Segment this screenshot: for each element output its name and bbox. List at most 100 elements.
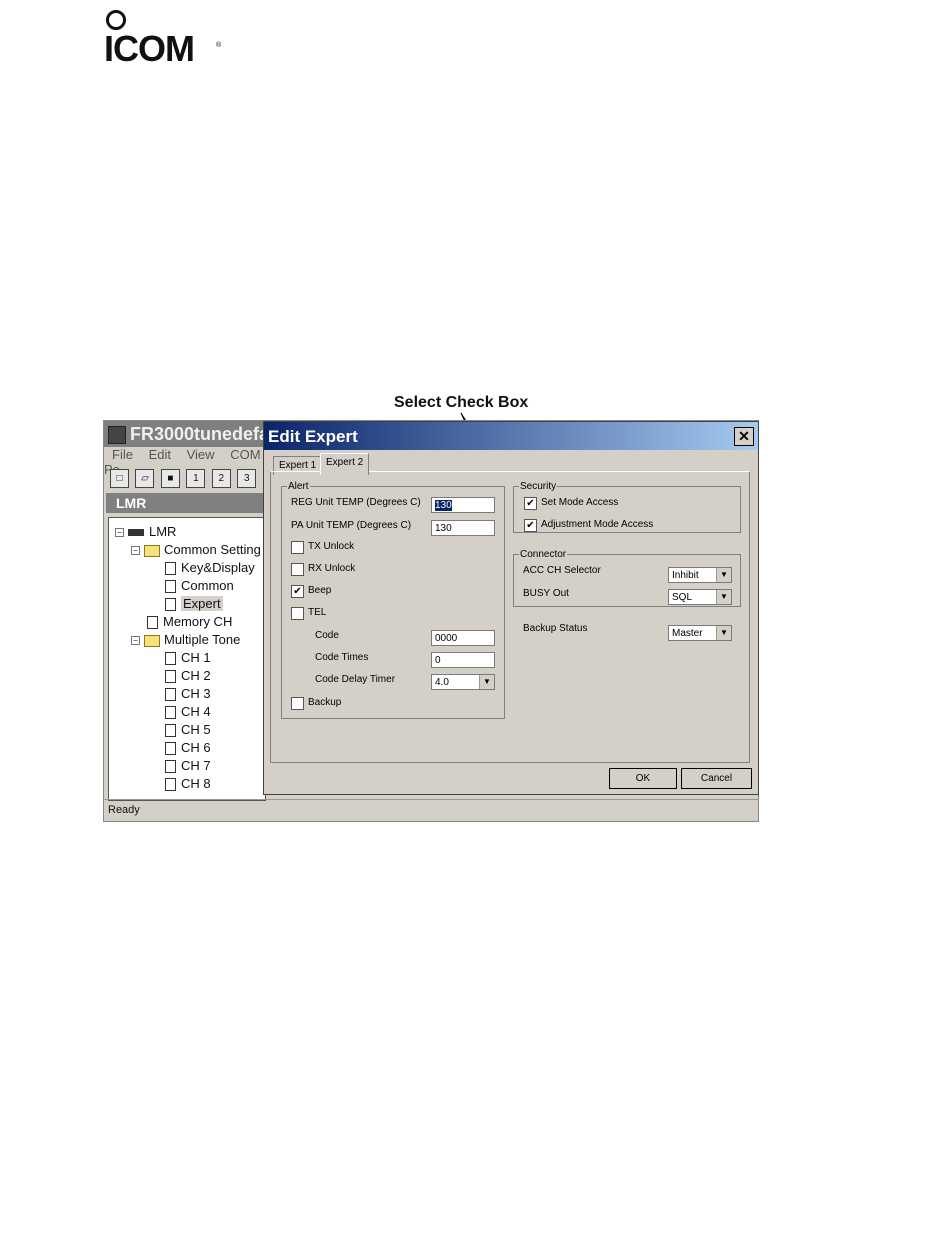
read-radio-1-icon[interactable]: 1 (186, 469, 206, 488)
document-icon (165, 760, 176, 774)
tree-item-common[interactable]: Common (165, 578, 234, 594)
tree-item-channel[interactable]: CH 2 (165, 668, 211, 684)
code-delay-select[interactable]: 4.0 ▼ (431, 674, 495, 690)
cancel-button[interactable]: Cancel (681, 768, 752, 789)
document-icon (165, 580, 176, 594)
reg-temp-label: REG Unit TEMP (Degrees C) (291, 497, 421, 508)
app-radio-icon (108, 426, 126, 444)
busy-out-value: SQL (672, 592, 693, 603)
menu-file[interactable]: File (112, 447, 133, 462)
save-icon[interactable]: ■ (160, 469, 180, 488)
chevron-down-icon[interactable]: ▼ (716, 568, 731, 582)
tx-unlock-checkbox[interactable] (291, 541, 304, 554)
backup-status-select[interactable]: Master ▼ (668, 625, 732, 641)
chevron-down-icon[interactable]: ▼ (716, 590, 731, 604)
icom-logo: ICOM ® (100, 8, 230, 70)
backup-checkbox[interactable] (291, 697, 304, 710)
dialog-title-bar[interactable]: Edit Expert (264, 422, 758, 450)
new-file-icon[interactable]: □ (110, 469, 129, 488)
acc-ch-selector-label: ACC CH Selector (523, 565, 601, 576)
code-input[interactable]: 0000 (431, 630, 495, 646)
document-icon (165, 742, 176, 756)
tree-label: CH 4 (181, 704, 211, 719)
tx-unlock-label: TX Unlock (308, 541, 355, 552)
tree-item-lmr[interactable]: − LMR (115, 524, 176, 539)
tree-label: Memory CH (163, 614, 233, 629)
set-mode-access-checkbox[interactable]: ✔ (524, 497, 537, 510)
tree-label: Key&Display (181, 560, 255, 575)
collapse-icon[interactable]: − (131, 546, 140, 556)
menu-edit[interactable]: Edit (149, 447, 171, 462)
read-radio-2-icon[interactable]: 2 (211, 469, 231, 488)
tree-item-channel[interactable]: CH 5 (165, 722, 211, 738)
tree-item-channel[interactable]: CH 6 (165, 740, 211, 756)
pa-temp-label: PA Unit TEMP (Degrees C) (291, 520, 412, 531)
document-icon (165, 706, 176, 720)
tree-item-expert[interactable]: Expert (165, 596, 223, 612)
tree-label: CH 6 (181, 740, 211, 755)
backup-status-label: Backup Status (523, 623, 588, 634)
tree-item-key-display[interactable]: Key&Display (165, 560, 255, 576)
beep-checkbox[interactable]: ✔ (291, 585, 304, 598)
adjustment-mode-access-checkbox[interactable]: ✔ (524, 519, 537, 532)
tree-label: Common Setting (164, 542, 261, 557)
tree-label: Expert (181, 596, 223, 611)
tree-item-channel[interactable]: CH 3 (165, 686, 211, 702)
collapse-icon[interactable]: − (131, 636, 140, 646)
chevron-down-icon[interactable]: ▼ (716, 626, 731, 640)
status-bar: Ready (104, 799, 758, 821)
reg-temp-value: 130 (435, 500, 452, 511)
radio-icon (128, 529, 144, 537)
status-text: Ready (108, 804, 140, 816)
tree-item-multiple-tone[interactable]: − Multiple Tone (131, 632, 240, 647)
busy-out-select[interactable]: SQL ▼ (668, 589, 732, 605)
logo-ring-icon (106, 10, 126, 30)
code-times-label: Code Times (315, 652, 369, 663)
tree-item-channel[interactable]: CH 7 (165, 758, 211, 774)
logo-text: ICOM (104, 28, 195, 69)
security-legend: Security (520, 481, 557, 492)
rx-unlock-label: RX Unlock (308, 563, 356, 574)
connector-legend: Connector (520, 549, 567, 560)
tree-item-channel[interactable]: CH 4 (165, 704, 211, 720)
read-radio-3-icon[interactable]: 3 (237, 469, 257, 488)
pa-temp-input[interactable]: 130 (431, 520, 495, 536)
tree-item-memory-ch[interactable]: Memory CH (147, 614, 233, 630)
app-title: FR3000tunedefa (130, 424, 270, 444)
tree-label: Multiple Tone (164, 632, 241, 647)
open-folder-icon[interactable]: ▱ (135, 469, 155, 488)
panel-header-label: LMR (116, 495, 147, 511)
code-label: Code (315, 630, 339, 641)
tree-label: CH 3 (181, 686, 211, 701)
ok-button[interactable]: OK (609, 768, 677, 789)
alert-legend: Alert (288, 481, 309, 492)
tree-label: CH 1 (181, 650, 211, 665)
tree-label: Common (181, 578, 234, 593)
tab-expert-2[interactable]: Expert 2 (320, 453, 370, 475)
tree-item-common-setting[interactable]: − Common Setting (131, 542, 261, 557)
tree-item-channel[interactable]: CH 1 (165, 650, 211, 666)
collapse-icon[interactable]: − (115, 528, 124, 538)
code-delay-value: 4.0 (435, 677, 449, 688)
tree-label: CH 5 (181, 722, 211, 737)
document-icon (165, 688, 176, 702)
app-title-bar[interactable]: FR3000tunedefa (104, 421, 269, 447)
rx-unlock-checkbox[interactable] (291, 563, 304, 576)
tel-checkbox[interactable] (291, 607, 304, 620)
tree-item-channel[interactable]: CH 8 (165, 776, 211, 792)
document-icon (165, 670, 176, 684)
backup-status-value: Master (672, 628, 703, 639)
chevron-down-icon[interactable]: ▼ (479, 675, 494, 689)
document-icon (147, 616, 158, 630)
edit-expert-dialog: Edit Expert ✕ Expert 1 Expert 2 Alert RE… (263, 421, 759, 795)
app-menu-bar: File Edit View COM Po (104, 447, 264, 477)
menu-view[interactable]: View (187, 447, 215, 462)
adjustment-mode-access-label: Adjustment Mode Access (541, 519, 654, 530)
acc-ch-selector-select[interactable]: Inhibit ▼ (668, 567, 732, 583)
code-times-input[interactable]: 0 (431, 652, 495, 668)
close-icon[interactable]: ✕ (734, 427, 754, 446)
logo-registered-mark: ® (216, 42, 222, 49)
acc-ch-selector-value: Inhibit (672, 570, 699, 581)
document-icon (165, 724, 176, 738)
reg-temp-input[interactable]: 130 (431, 497, 495, 513)
